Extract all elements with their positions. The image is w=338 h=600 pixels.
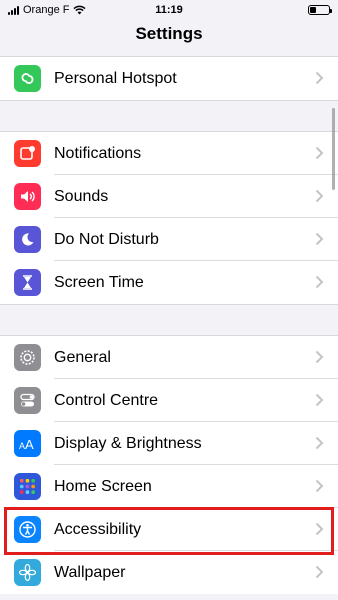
row-label: Home Screen bbox=[54, 477, 152, 495]
notifications-icon bbox=[14, 140, 41, 167]
chevron-right-icon bbox=[315, 189, 324, 203]
row-accessibility[interactable]: Accessibility bbox=[0, 508, 338, 551]
row-personal-hotspot[interactable]: Personal Hotspot bbox=[0, 57, 338, 100]
settings-screen: Orange F 11:19 Settings Personal Hotspot bbox=[0, 0, 338, 600]
svg-text:A: A bbox=[25, 437, 34, 451]
row-general[interactable]: General bbox=[0, 336, 338, 379]
settings-group-3: General Control Centre AA Display & Brig… bbox=[0, 336, 338, 594]
row-label: Notifications bbox=[54, 144, 142, 162]
group-divider bbox=[0, 304, 338, 305]
chevron-right-icon bbox=[315, 146, 324, 160]
status-bar: Orange F 11:19 bbox=[0, 0, 338, 20]
row-label: Wallpaper bbox=[54, 563, 126, 581]
battery-icon bbox=[308, 5, 332, 15]
row-notifications[interactable]: Notifications bbox=[0, 132, 338, 175]
chevron-right-icon bbox=[315, 71, 324, 85]
settings-group-2: Notifications Sounds Do Not Disturb Scre… bbox=[0, 132, 338, 304]
chevron-right-icon bbox=[315, 565, 324, 579]
row-do-not-disturb[interactable]: Do Not Disturb bbox=[0, 218, 338, 261]
display-brightness-icon: AA bbox=[14, 430, 41, 457]
chevron-right-icon bbox=[315, 522, 324, 536]
chevron-right-icon bbox=[315, 393, 324, 407]
row-label: Display & Brightness bbox=[54, 434, 202, 452]
settings-group-1: Personal Hotspot bbox=[0, 57, 338, 100]
general-gear-icon bbox=[14, 344, 41, 371]
control-centre-icon bbox=[14, 387, 41, 414]
row-sounds[interactable]: Sounds bbox=[0, 175, 338, 218]
row-home-screen[interactable]: Home Screen bbox=[0, 465, 338, 508]
chevron-right-icon bbox=[315, 350, 324, 364]
status-time: 11:19 bbox=[155, 4, 183, 16]
row-label: Do Not Disturb bbox=[54, 230, 159, 248]
row-label: Accessibility bbox=[54, 520, 142, 538]
chevron-right-icon bbox=[315, 232, 324, 246]
screen-time-icon bbox=[14, 269, 41, 296]
row-label: Screen Time bbox=[54, 273, 144, 291]
personal-hotspot-icon bbox=[14, 65, 41, 92]
accessibility-icon bbox=[14, 516, 41, 543]
home-screen-icon bbox=[14, 473, 41, 500]
group-divider bbox=[0, 100, 338, 101]
chevron-right-icon bbox=[315, 275, 324, 289]
row-label: General bbox=[54, 348, 111, 366]
row-label: Sounds bbox=[54, 187, 109, 205]
row-display-brightness[interactable]: AA Display & Brightness bbox=[0, 422, 338, 465]
row-control-centre[interactable]: Control Centre bbox=[0, 379, 338, 422]
wallpaper-icon bbox=[14, 559, 41, 586]
sounds-icon bbox=[14, 183, 41, 210]
row-wallpaper[interactable]: Wallpaper bbox=[0, 551, 338, 594]
chevron-right-icon bbox=[315, 479, 324, 493]
scroll-indicator[interactable] bbox=[332, 108, 335, 190]
row-screen-time[interactable]: Screen Time bbox=[0, 261, 338, 304]
row-label: Personal Hotspot bbox=[54, 69, 177, 87]
page-title: Settings bbox=[135, 24, 203, 43]
do-not-disturb-icon bbox=[14, 226, 41, 253]
row-label: Control Centre bbox=[54, 391, 159, 409]
chevron-right-icon bbox=[315, 436, 324, 450]
